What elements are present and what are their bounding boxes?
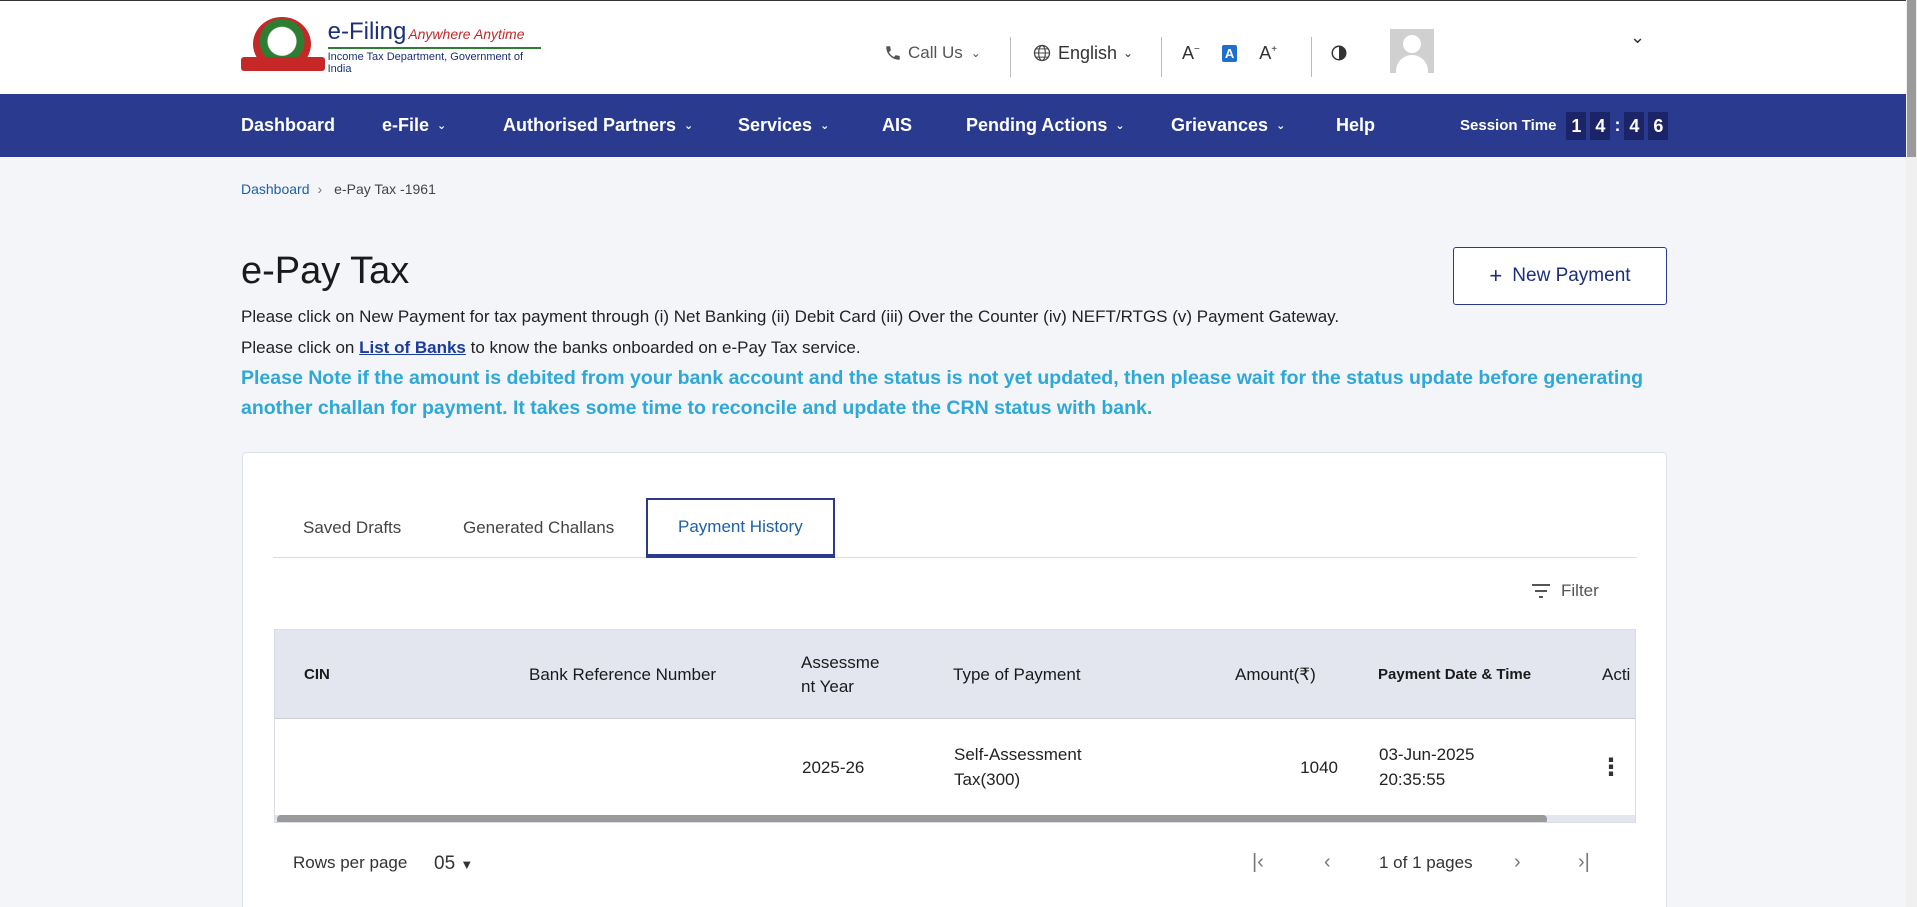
font-size-controls: A− A A+ [1182, 31, 1277, 75]
call-us-label: Call Us [908, 43, 963, 62]
session-timer: Session Time 1 4 : 4 6 [1460, 94, 1669, 157]
cell-amount: 1040 [1300, 757, 1338, 777]
column-header: Bank Reference Number [529, 664, 717, 684]
payments-card: Saved Drafts Generated Challans Payment … [242, 452, 1667, 907]
column-header: Payment Date & Time [1378, 666, 1532, 683]
cell-assessment-year: 2025-26 [802, 757, 865, 777]
session-digit: 4 [1624, 111, 1645, 140]
next-page-icon[interactable]: › [1514, 851, 1521, 874]
contrast-toggle[interactable] [1330, 31, 1348, 75]
session-label: Session Time [1460, 117, 1557, 134]
emblem-icon [241, 17, 325, 75]
filter-button[interactable]: Filter [1531, 581, 1599, 601]
caret-down-icon: ▼ [460, 857, 474, 872]
nav-dashboard[interactable]: Dashboard [241, 94, 335, 157]
page-indicator: 1 of 1 pages [1379, 853, 1473, 872]
breadcrumb: Dashboard › e-Pay Tax -1961 [241, 181, 436, 197]
language-label: English [1058, 42, 1118, 63]
nav-efile[interactable]: e-File ⌄ [382, 94, 446, 157]
status-note: Please Note if the amount is debited fro… [241, 367, 1644, 419]
globe-icon [1033, 44, 1051, 62]
chevron-down-icon: ⌄ [820, 120, 830, 132]
row-actions-kebab-icon[interactable]: ⋮ [1599, 719, 1623, 815]
tab-generated-challans[interactable]: Generated Challans [463, 498, 614, 558]
main-nav: Dashboard e-File ⌄ Authorised Partners ⌄ S… [0, 94, 1917, 157]
column-header: Type of Payment [953, 664, 1081, 684]
first-page-icon[interactable]: |‹ [1252, 851, 1264, 874]
chevron-right-icon: › [317, 181, 323, 197]
prev-page-icon[interactable]: ‹ [1324, 851, 1331, 874]
table-header: CIN Bank Reference Number Assessme nt Ye… [275, 630, 1635, 719]
avatar[interactable] [1390, 29, 1434, 73]
chevron-down-icon: ⌄ [684, 120, 694, 132]
tab-payment-history[interactable]: Payment History [646, 498, 835, 558]
payment-history-table: CIN Bank Reference Number Assessme nt Ye… [274, 629, 1636, 823]
efiling-logo[interactable]: e-Filing Anywhere Anytime Income Tax Depa… [241, 17, 541, 75]
nav-services[interactable]: Services ⌄ [738, 94, 829, 157]
last-page-icon[interactable]: ›| [1578, 851, 1590, 874]
chevron-down-icon: ⌄ [1115, 120, 1125, 132]
page-scrollbar[interactable] [1906, 0, 1917, 907]
list-of-banks-link[interactable]: List of Banks [359, 338, 466, 357]
new-payment-button[interactable]: + New Payment [1453, 247, 1667, 305]
session-digit: 6 [1648, 111, 1669, 140]
nav-ais[interactable]: AIS [882, 94, 912, 157]
nav-pending-actions[interactable]: Pending Actions ⌄ [966, 94, 1125, 157]
session-colon: : [1614, 115, 1621, 135]
nav-authorised-partners[interactable]: Authorised Partners ⌄ [503, 94, 693, 157]
pagination: Rows per page 05 ▼ |‹ ‹ 1 of 1 pages › ›… [274, 833, 1636, 893]
contrast-icon [1331, 45, 1347, 61]
rows-per-page-select[interactable]: 05 ▼ [434, 853, 473, 875]
column-header: CIN [304, 666, 330, 683]
bank-list-info: Please click on List of Banks to know th… [241, 338, 861, 357]
divider [1161, 37, 1162, 77]
logo-tagline: Anywhere Anytime [408, 25, 525, 42]
phone-icon [886, 46, 900, 60]
table-row: 2025-26 Self-Assessment Tax(300) 1040 03… [275, 719, 1635, 815]
payment-info-text: Please click on New Payment for tax paym… [241, 307, 1340, 326]
chevron-down-icon: ⌄ [970, 46, 981, 60]
font-increase-button[interactable]: A+ [1259, 43, 1277, 64]
tab-saved-drafts[interactable]: Saved Drafts [303, 498, 401, 558]
chevron-down-icon: ⌄ [1123, 46, 1134, 60]
font-reset-button[interactable]: A [1221, 44, 1238, 62]
column-header: Acti [1602, 664, 1631, 684]
session-digit: 4 [1590, 111, 1611, 140]
cell-payment-date: 03-Jun-2025 20:35:55 [1379, 745, 1475, 789]
logo-subtitle: Income Tax Department, Government of Ind… [327, 46, 541, 75]
divider [1311, 37, 1312, 77]
session-digit: 1 [1566, 111, 1587, 140]
rows-per-page-label: Rows per page [293, 853, 408, 872]
new-payment-label: New Payment [1512, 265, 1631, 286]
nav-grievances[interactable]: Grievances ⌄ [1171, 94, 1285, 157]
filter-label: Filter [1561, 581, 1599, 600]
language-dropdown[interactable]: English ⌄ [1032, 31, 1133, 75]
plus-icon: + [1489, 263, 1503, 288]
column-header: Assessme nt Year [801, 652, 880, 696]
page-title: e-Pay Tax [241, 250, 410, 292]
call-us-dropdown[interactable]: Call Us ⌄ [884, 31, 981, 75]
nav-help[interactable]: Help [1336, 94, 1375, 157]
breadcrumb-dashboard-link[interactable]: Dashboard [241, 181, 310, 197]
profile-chevron-down-icon[interactable]: ⌄ [1630, 27, 1645, 48]
table-horizontal-scrollbar[interactable] [275, 815, 1635, 822]
font-decrease-button[interactable]: A− [1182, 43, 1200, 64]
breadcrumb-current: e-Pay Tax -1961 [334, 181, 436, 197]
filter-icon [1532, 584, 1550, 598]
tab-bar: Saved Drafts Generated Challans Payment … [273, 498, 1637, 558]
divider [1010, 37, 1011, 77]
logo-title: e-Filing Anywhere Anytime [327, 17, 525, 45]
cell-type-of-payment: Self-Assessment Tax(300) [954, 745, 1082, 789]
chevron-down-icon: ⌄ [1276, 120, 1286, 132]
chevron-down-icon: ⌄ [437, 120, 447, 132]
top-header: e-Filing Anywhere Anytime Income Tax Depa… [0, 0, 1917, 94]
column-header: Amount(₹) [1235, 664, 1316, 684]
